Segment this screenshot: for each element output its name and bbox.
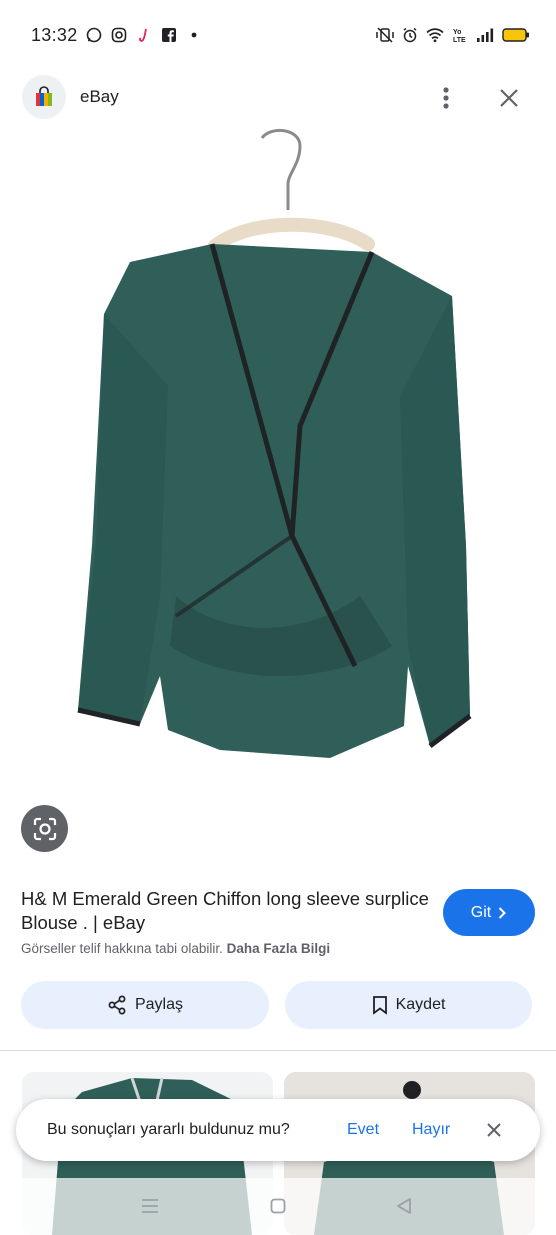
instagram-icon [111,27,127,43]
visit-button[interactable]: Git [443,889,535,936]
more-options-button[interactable] [432,82,460,114]
share-button[interactable]: Paylaş [21,981,269,1029]
copyright-notice: Görseller telif hakkına tabi olabilir. D… [21,941,330,956]
share-icon [108,995,126,1015]
visit-label: Git [470,903,492,921]
save-button[interactable]: Kaydet [285,981,532,1029]
feedback-bar: Bu sonuçları yararlı buldunuz mu? Evet H… [16,1099,540,1161]
svg-text:LTE: LTE [453,37,466,43]
chevron-right-icon [499,906,507,919]
status-time: 13:32 [31,25,78,45]
whatsapp-icon [86,27,102,43]
feedback-close-button[interactable] [482,1118,506,1142]
alarm-icon [403,27,417,43]
lens-button[interactable] [21,805,68,852]
hanger-hook [260,129,302,210]
lens-camera-icon [33,817,56,840]
feedback-no-button[interactable]: Hayır [412,1121,450,1139]
save-label: Kaydet [395,996,446,1013]
result-header: eBay [0,72,556,124]
wifi-icon [426,28,444,43]
more-vert-icon [443,87,449,109]
close-icon [500,89,518,107]
copyright-text: Görseller telif hakkına tabi olabilir. [21,941,223,956]
back-icon[interactable] [395,1197,413,1215]
app-j-icon [139,28,147,42]
status-bar: 13:32 Yo LTE [0,0,556,72]
dot-icon [191,32,197,38]
result-title[interactable]: H& M Emerald Green Chiffon long sleeve s… [21,887,431,935]
close-icon [487,1123,501,1137]
close-button[interactable] [493,82,525,114]
battery-icon [502,28,529,42]
home-icon[interactable] [270,1198,286,1214]
hanger-bar [208,217,375,253]
mute-vibrate-icon [376,27,394,43]
signal-icon [477,28,494,42]
product-image[interactable] [0,126,556,786]
section-divider [0,1050,556,1051]
bookmark-icon [372,996,387,1015]
svg-text:Yo: Yo [453,29,461,36]
site-name: eBay [80,87,119,106]
feedback-question: Bu sonuçları yararlı buldunuz mu? [47,1121,290,1138]
recent-apps-icon[interactable] [141,1198,159,1214]
feedback-yes-button[interactable]: Evet [347,1121,379,1139]
share-label: Paylaş [134,996,184,1013]
site-favicon [22,75,66,119]
facebook-icon [162,28,176,42]
notification-icons [86,27,202,43]
shopping-bag-icon [36,86,52,106]
volte-icon: YoLTE [453,29,466,43]
system-nav-bar [0,1178,556,1235]
system-icons: Yo LTE [376,27,530,43]
more-info-link[interactable]: Daha Fazla Bilgi [227,941,331,956]
